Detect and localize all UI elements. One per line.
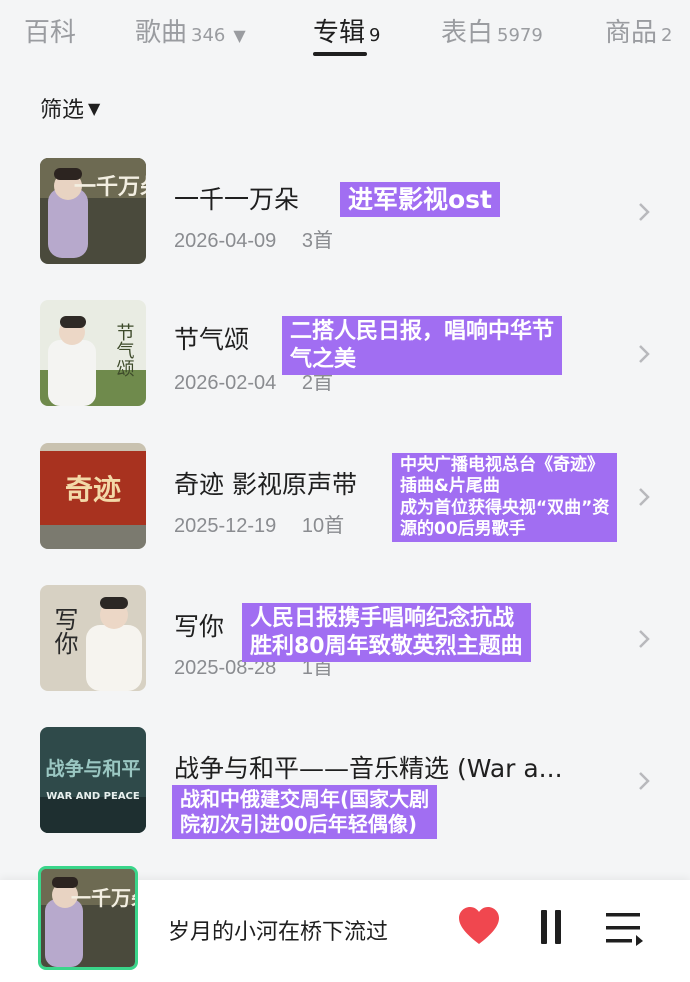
- album-tracks: 3首: [301, 230, 333, 252]
- tab-label: 歌曲: [135, 18, 188, 48]
- album-cover: 一千万朵: [40, 158, 146, 264]
- svg-text:一千万朵: 一千万朵: [74, 174, 146, 200]
- annotation-label: 人民日报携手唱响纪念抗战 胜利80周年致敬英烈主题曲: [242, 603, 531, 662]
- annotation-label: 战和中俄建交周年(国家大剧 院初次引进00后年轻偶像): [172, 785, 438, 839]
- album-tracks: 2首: [301, 372, 333, 394]
- annotation-label: 进军影视ost: [340, 182, 501, 218]
- album-date: 2026-04-09: [174, 230, 277, 252]
- tab-products[interactable]: 商品 2: [605, 12, 672, 49]
- mini-player[interactable]: 一千万朵 岁月的小河在桥下流过: [0, 866, 690, 982]
- album-cover: 节气颂: [40, 300, 146, 406]
- pause-icon[interactable]: [537, 910, 565, 944]
- tab-songs[interactable]: 歌曲 346 ▼: [135, 12, 246, 49]
- chevron-right-icon: [636, 485, 652, 509]
- heart-icon[interactable]: [458, 906, 500, 946]
- album-row[interactable]: 写你 写你 2025-08-28 1首 人民日报携手唱响纪念抗战 胜利80周年致…: [0, 585, 690, 715]
- chevron-right-icon: [636, 342, 652, 366]
- tab-label: 表白: [441, 18, 494, 48]
- playlist-queue-icon[interactable]: [604, 910, 644, 946]
- chevron-right-icon: [636, 200, 652, 224]
- chevron-right-icon: [636, 627, 652, 651]
- album-row[interactable]: 战争与和平 WAR AND PEACE 战争与和平——音乐精选 (War a..…: [0, 727, 690, 857]
- album-title: 战争与和平——音乐精选 (War a...: [174, 754, 563, 783]
- caret-down-icon: ▼: [88, 98, 101, 118]
- svg-text:写你: 写你: [50, 607, 78, 655]
- album-row[interactable]: 一千万朵 一千一万朵 2026-04-09 3首 进军影视ost: [0, 158, 690, 288]
- album-cover: 奇迹: [40, 443, 146, 549]
- tab-albums[interactable]: 专辑 9: [313, 12, 380, 49]
- svg-text:节气颂: 节气颂: [114, 323, 135, 377]
- tab-bar: 百科 歌曲 346 ▼ 专辑 9 表白 5979 商品 2: [0, 0, 690, 62]
- tab-count: 5979: [497, 25, 543, 46]
- tab-label: 商品: [605, 18, 658, 48]
- tab-label: 百科: [24, 18, 77, 48]
- svg-text:一千万朵: 一千万朵: [71, 886, 135, 910]
- now-playing-cover[interactable]: 一千万朵: [38, 866, 138, 970]
- album-cover: 写你: [40, 585, 146, 691]
- tab-label: 专辑: [313, 18, 366, 48]
- album-meta: 2025-12-19 10首: [174, 509, 344, 538]
- tab-count: 9: [369, 25, 381, 46]
- now-playing-title[interactable]: 岁月的小河在桥下流过: [168, 914, 388, 946]
- filter-dropdown[interactable]: 筛选 ▼: [40, 92, 100, 124]
- album-cover: 战争与和平 WAR AND PEACE: [40, 727, 146, 833]
- filter-label: 筛选: [40, 98, 85, 123]
- album-title: 奇迹 影视原声带: [174, 470, 357, 499]
- album-date: 2025-12-19: [174, 515, 277, 537]
- album-row[interactable]: 节气颂 节气颂 2026-02-04 2首 二搭人民日报，唱响中华节 气之美: [0, 300, 690, 430]
- svg-text:奇迹: 奇迹: [65, 473, 121, 506]
- album-date: 2026-02-04: [174, 372, 277, 394]
- chevron-right-icon: [636, 769, 652, 793]
- tab-count: 2: [661, 25, 673, 46]
- active-tab-indicator: [313, 52, 367, 56]
- album-title: 节气颂: [174, 325, 250, 354]
- album-title: 一千一万朵: [174, 185, 300, 214]
- album-row[interactable]: 奇迹 奇迹 影视原声带 2025-12-19 10首 中央广播电视总台《奇迹》 …: [0, 443, 690, 573]
- svg-text:WAR AND PEACE: WAR AND PEACE: [46, 791, 140, 802]
- album-tracks: 10首: [301, 515, 345, 537]
- annotation-label: 二搭人民日报，唱响中华节 气之美: [282, 316, 563, 375]
- album-meta: 2026-04-09 3首: [174, 224, 333, 253]
- tab-count: 346: [191, 25, 226, 46]
- tab-confessions[interactable]: 表白 5979: [441, 12, 543, 49]
- tab-baike[interactable]: 百科: [24, 12, 76, 49]
- annotation-label: 中央广播电视总台《奇迹》 插曲&片尾曲 成为首位获得央视“双曲”资 源的00后男…: [392, 453, 618, 542]
- album-title: 写你: [174, 612, 225, 641]
- caret-down-icon: ▼: [233, 26, 246, 45]
- svg-text:战争与和平: 战争与和平: [45, 757, 140, 780]
